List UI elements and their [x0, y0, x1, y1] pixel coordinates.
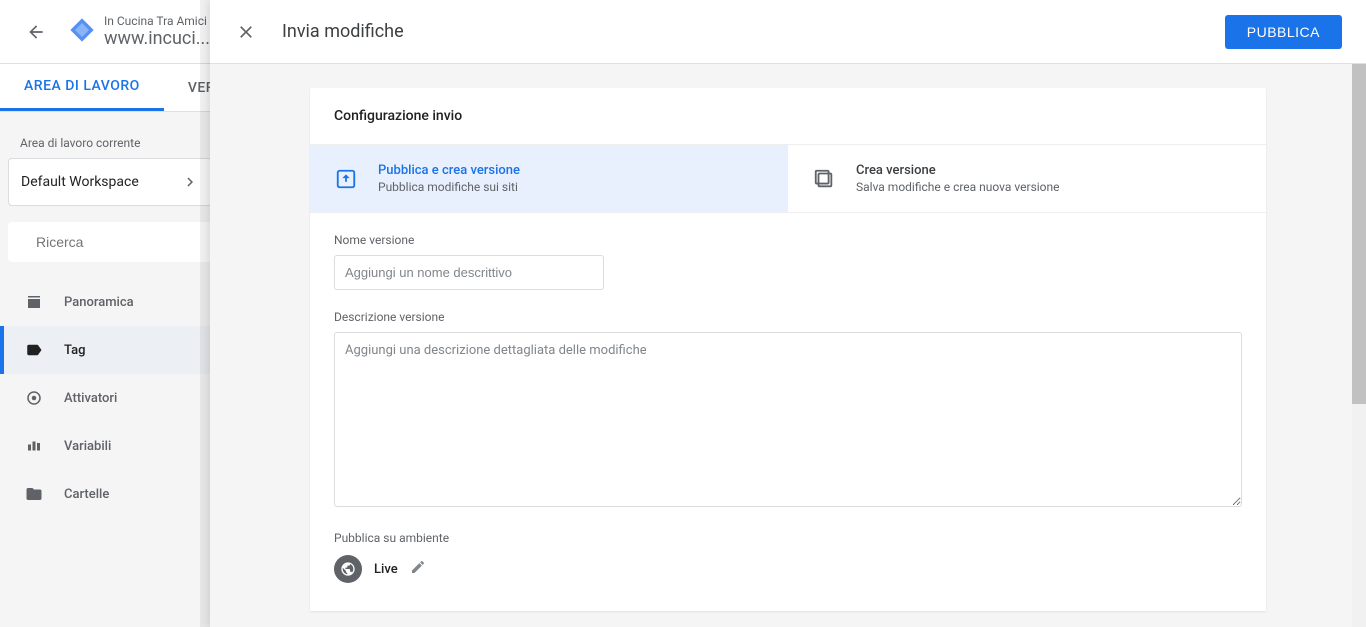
nav-triggers[interactable]: Attivatori — [0, 374, 220, 422]
scrollbar-thumb[interactable] — [1352, 64, 1366, 404]
container-name: In Cucina Tra Amici — [104, 14, 210, 28]
version-icon — [812, 167, 836, 191]
card-title: Configurazione invio — [310, 88, 1266, 144]
arrow-left-icon — [26, 22, 46, 42]
target-icon — [24, 388, 44, 408]
env-value: Live — [374, 562, 398, 577]
nav-item-label: Tag — [64, 343, 85, 358]
brick-icon — [24, 436, 44, 456]
gtm-logo-icon — [68, 16, 96, 48]
option-publish-create[interactable]: Pubblica e crea versione Pubblica modifi… — [310, 144, 788, 213]
current-workspace-label: Area di lavoro corrente — [0, 124, 220, 158]
nav-item-label: Cartelle — [64, 487, 109, 502]
chevron-right-icon — [181, 173, 199, 191]
option-title: Crea versione — [856, 163, 1060, 178]
workspace-selector[interactable]: Default Workspace — [8, 158, 212, 206]
form-section: Nome versione Descrizione versione Pubbl… — [310, 213, 1266, 611]
dashboard-icon — [24, 292, 44, 312]
nav-folders[interactable]: Cartelle — [0, 470, 220, 518]
nav-tag[interactable]: Tag — [0, 326, 220, 374]
sidebar: Area di lavoro corrente Default Workspac… — [0, 64, 220, 627]
tab-workspace[interactable]: AREA DI LAVORO — [0, 64, 164, 111]
option-create-version[interactable]: Crea versione Salva modifiche e crea nuo… — [788, 144, 1266, 213]
config-card: Configurazione invio Pubblica e crea ver… — [310, 88, 1266, 611]
modal-body: Configurazione invio Pubblica e crea ver… — [210, 64, 1366, 627]
env-edit-button[interactable] — [410, 559, 426, 579]
version-desc-label: Descrizione versione — [334, 310, 1242, 324]
container-url: www.incuci... — [104, 28, 210, 49]
header-titles: In Cucina Tra Amici www.incuci... — [104, 14, 210, 49]
option-subtitle: Pubblica modifiche sui siti — [378, 180, 520, 194]
globe-icon — [334, 555, 362, 583]
submit-modal: Invia modifiche PUBBLICA Configurazione … — [210, 0, 1366, 627]
option-title: Pubblica e crea versione — [378, 163, 520, 178]
scrollbar[interactable] — [1352, 64, 1366, 627]
upload-icon — [334, 167, 358, 191]
nav-item-label: Variabili — [64, 439, 111, 454]
close-button[interactable] — [234, 20, 258, 44]
nav-overview[interactable]: Panoramica — [0, 278, 220, 326]
search-input[interactable] — [36, 234, 217, 250]
folder-icon — [24, 484, 44, 504]
modal-header: Invia modifiche PUBBLICA — [210, 0, 1366, 64]
env-row: Live — [334, 555, 1242, 583]
version-desc-textarea[interactable] — [334, 332, 1242, 507]
close-icon — [236, 22, 256, 42]
tag-icon — [24, 340, 44, 360]
publish-button[interactable]: PUBBLICA — [1225, 15, 1342, 49]
version-name-label: Nome versione — [334, 233, 1242, 247]
back-button[interactable] — [16, 12, 56, 52]
publish-env-label: Pubblica su ambiente — [334, 531, 1242, 545]
option-subtitle: Salva modifiche e crea nuova versione — [856, 180, 1060, 194]
pencil-icon — [410, 559, 426, 575]
nav-variables[interactable]: Variabili — [0, 422, 220, 470]
option-row: Pubblica e crea versione Pubblica modifi… — [310, 144, 1266, 213]
modal-title: Invia modifiche — [282, 21, 1225, 42]
version-name-input[interactable] — [334, 255, 604, 290]
nav-list: Panoramica Tag Attivatori Variabili Cart… — [0, 278, 220, 518]
nav-item-label: Attivatori — [64, 391, 117, 406]
search-box[interactable] — [8, 222, 212, 262]
nav-item-label: Panoramica — [64, 295, 134, 310]
workspace-name: Default Workspace — [21, 174, 139, 190]
